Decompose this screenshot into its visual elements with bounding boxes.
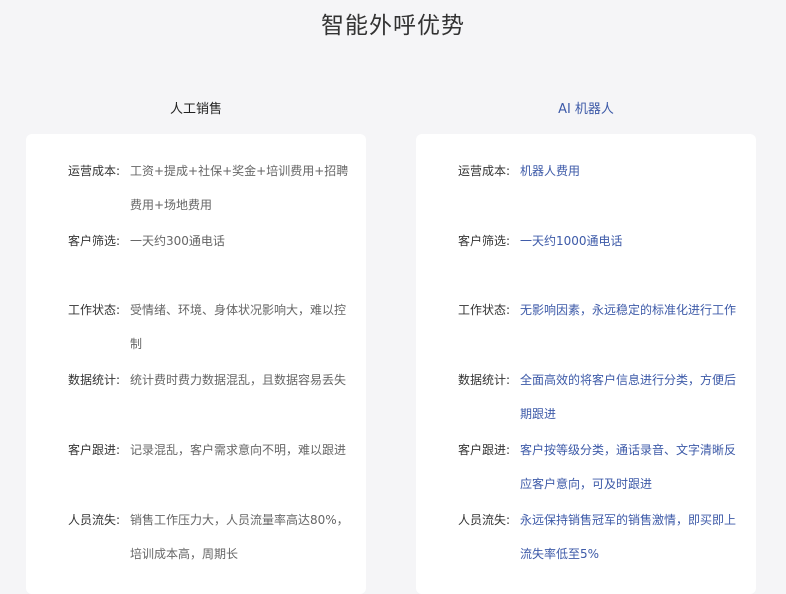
ai-robot-card: 运营成本: 机器人费用 客户筛选: 一天约1000通电话 工作状态: 无影响因素… xyxy=(416,134,756,594)
row-label: 数据统计: xyxy=(457,373,510,387)
row-label: 客户跟进: xyxy=(457,443,510,457)
row-label: 工作状态: xyxy=(457,303,510,317)
row-value: 无影响因素，永远稳定的标准化进行工作 xyxy=(520,303,737,317)
row-customer-followup: 客户跟进: 客户按等级分类，通话录音、文字清晰反应客户意向，可及时跟进 xyxy=(416,433,756,501)
row-value: 全面高效的将客户信息进行分类，方便后期跟进 xyxy=(520,373,737,421)
row-staff-turnover: 人员流失: 永远保持销售冠军的销售激情，即买即上流失率低至5% xyxy=(416,503,756,571)
row-data-statistics: 数据统计: 全面高效的将客户信息进行分类，方便后期跟进 xyxy=(416,363,756,431)
row-value: 客户按等级分类，通话录音、文字清晰反应客户意向，可及时跟进 xyxy=(520,443,737,491)
ai-robot-title: AI 机器人 xyxy=(558,102,614,117)
row-value: 一天约1000通电话 xyxy=(520,234,623,248)
row-operating-cost: 运营成本: 机器人费用 xyxy=(416,154,756,188)
row-value: 一天约300通电话 xyxy=(130,234,225,248)
row-customer-screening: 客户筛选: 一天约300通电话 xyxy=(26,224,366,258)
row-customer-followup: 客户跟进: 记录混乱，客户需求意向不明，难以跟进 xyxy=(26,433,366,467)
row-label: 人员流失: xyxy=(67,513,120,527)
page-title: 智能外呼优势 xyxy=(321,13,465,39)
row-value: 永远保持销售冠军的销售激情，即买即上流失率低至5% xyxy=(520,513,737,561)
row-label: 数据统计: xyxy=(67,373,120,387)
row-label: 运营成本: xyxy=(457,164,510,178)
row-customer-screening: 客户筛选: 一天约1000通电话 xyxy=(416,224,756,258)
row-label: 人员流失: xyxy=(457,513,510,527)
row-value: 记录混乱，客户需求意向不明，难以跟进 xyxy=(130,443,347,457)
row-label: 客户跟进: xyxy=(67,443,120,457)
row-staff-turnover: 人员流失: 销售工作压力大，人员流量率高达80%，培训成本高，周期长 xyxy=(26,503,366,571)
row-label: 客户筛选: xyxy=(457,234,510,248)
row-value: 销售工作压力大，人员流量率高达80%，培训成本高，周期长 xyxy=(130,513,349,561)
row-label: 客户筛选: xyxy=(67,234,120,248)
row-label: 工作状态: xyxy=(67,303,120,317)
manual-sales-card: 运营成本: 工资+提成+社保+奖金+培训费用+招聘费用+场地费用 客户筛选: 一… xyxy=(26,134,366,594)
row-label: 运营成本: xyxy=(67,164,120,178)
row-value: 统计费时费力数据混乱，且数据容易丢失 xyxy=(130,373,347,387)
row-work-status: 工作状态: 无影响因素，永远稳定的标准化进行工作 xyxy=(416,293,756,327)
manual-sales-title: 人工销售 xyxy=(169,102,222,117)
row-work-status: 工作状态: 受情绪、环境、身体状况影响大，难以控制 xyxy=(26,293,366,361)
row-value: 受情绪、环境、身体状况影响大，难以控制 xyxy=(130,303,347,351)
row-value: 机器人费用 xyxy=(520,164,581,178)
row-operating-cost: 运营成本: 工资+提成+社保+奖金+培训费用+招聘费用+场地费用 xyxy=(26,154,366,222)
row-data-statistics: 数据统计: 统计费时费力数据混乱，且数据容易丢失 xyxy=(26,363,366,397)
row-value: 工资+提成+社保+奖金+培训费用+招聘费用+场地费用 xyxy=(130,164,349,212)
